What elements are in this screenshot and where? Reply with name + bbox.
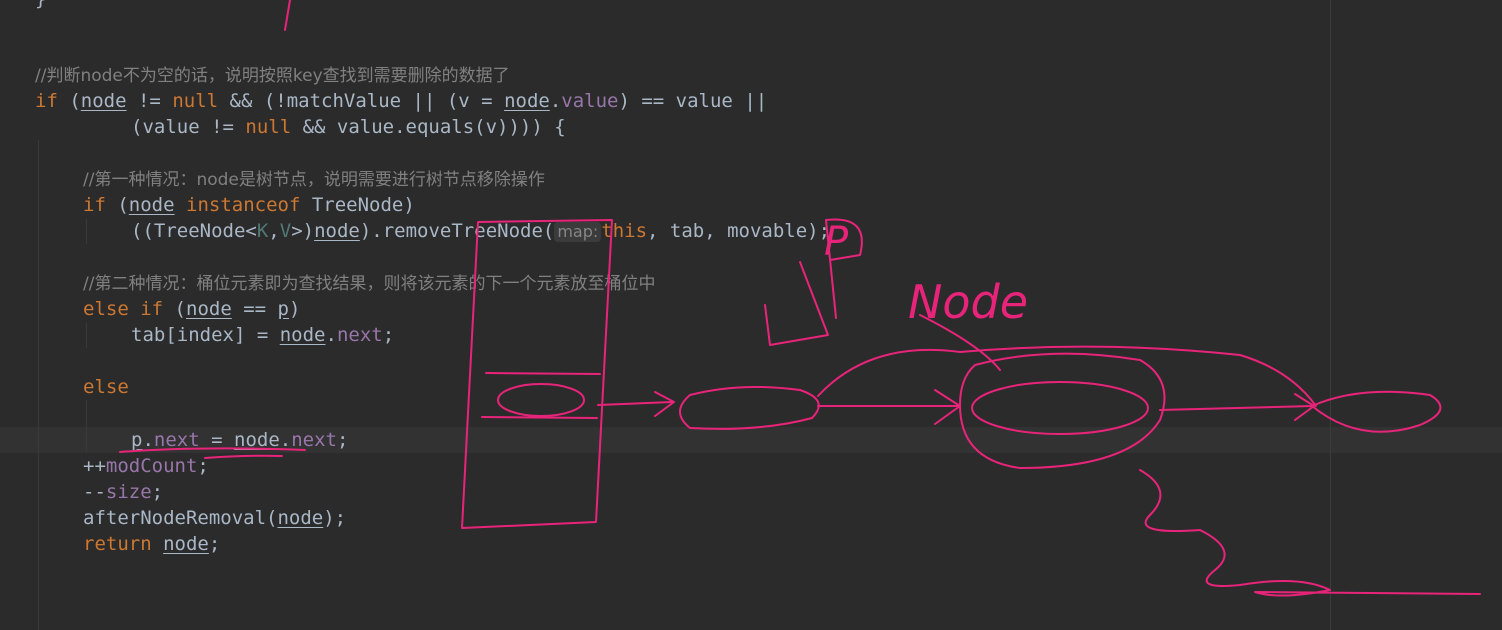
comment-text: //判断node不为空的话，说明按照key查找到需要删除的数据了 xyxy=(35,66,510,86)
indent-guide xyxy=(86,400,87,452)
code-line-if-continuation: (value != null && value.equals(v)))) { xyxy=(131,116,566,138)
code-line-brace: } xyxy=(35,0,46,12)
code-line-else: else xyxy=(83,376,129,398)
code-line-p-next-assign: p.next = node.next; xyxy=(131,429,349,451)
code-line-comment: //第一种情况：node是树节点，说明需要进行树节点移除操作 xyxy=(83,166,545,192)
right-margin-guide xyxy=(1330,0,1331,630)
comment-text: //第二种情况：桶位元素即为查找结果，则将该元素的下一个元素放至桶位中 xyxy=(83,274,656,294)
code-line-comment: //判断node不为空的话，说明按照key查找到需要删除的数据了 xyxy=(35,62,510,88)
code-line-modcount: ++modCount; xyxy=(83,455,209,477)
code-line-remove-tree-node: ((TreeNode<K,V>)node).removeTreeNode(map… xyxy=(131,220,831,242)
code-line-size: --size; xyxy=(83,481,164,503)
indent-guide xyxy=(38,140,39,630)
code-line-tab-assign: tab[index] = node.next; xyxy=(131,324,395,346)
indent-guide xyxy=(86,218,87,244)
comment-text: //第一种情况：node是树节点，说明需要进行树节点移除操作 xyxy=(83,170,545,190)
indent-guide xyxy=(86,322,87,348)
code-line-return: return node; xyxy=(83,533,221,555)
code-line-comment: //第二种情况：桶位元素即为查找结果，则将该元素的下一个元素放至桶位中 xyxy=(83,270,655,296)
code-line-if-instanceof: if (node instanceof TreeNode) xyxy=(83,194,415,216)
code-line-else-if: else if (node == p) xyxy=(83,298,301,320)
code-line-after-removal: afterNodeRemoval(node); xyxy=(83,507,347,529)
code-line-if-condition: if (node != null && (!matchValue || (v =… xyxy=(35,90,768,112)
code-editor[interactable]: } //判断node不为空的话，说明按照key查找到需要删除的数据了 if (n… xyxy=(0,0,1502,630)
parameter-hint: map: xyxy=(554,222,602,242)
